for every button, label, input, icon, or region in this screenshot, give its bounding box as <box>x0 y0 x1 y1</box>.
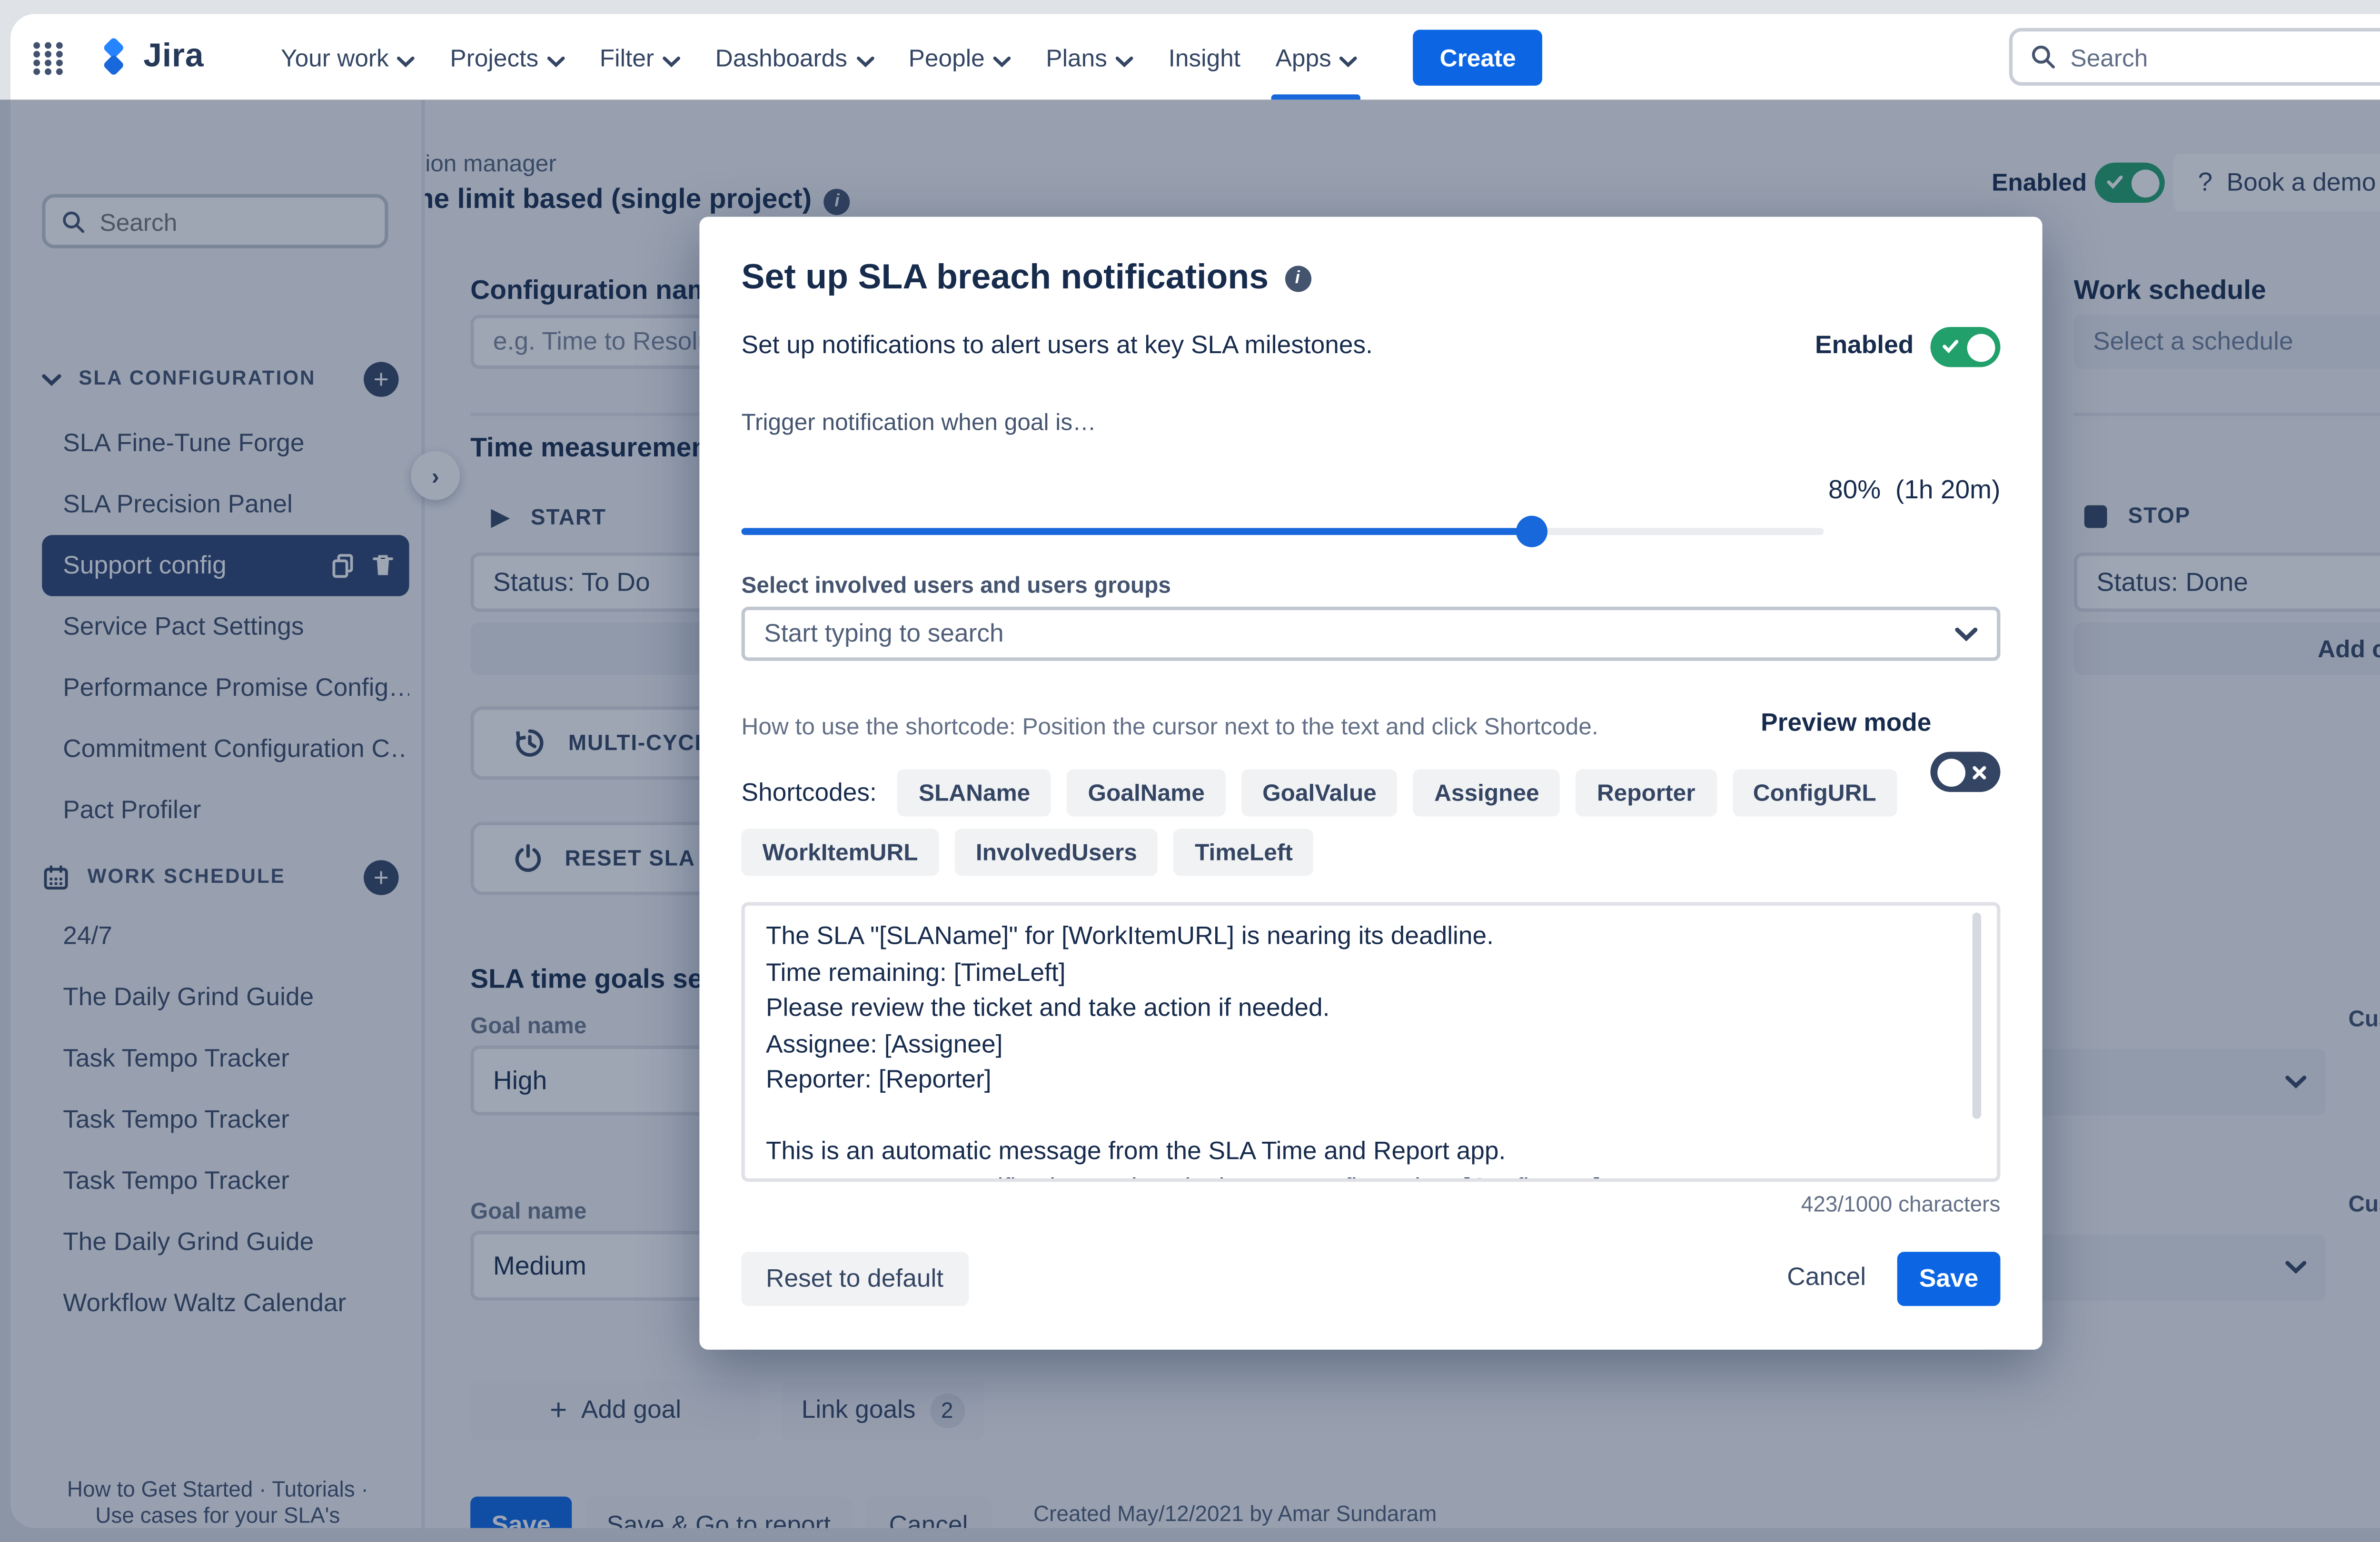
notification-message-textarea[interactable]: The SLA "[SLAName]" for [WorkItemURL] is… <box>741 902 2001 1182</box>
chevron-down-icon <box>547 45 565 73</box>
trigger-slider[interactable] <box>741 515 1824 547</box>
shortcode-chip[interactable]: SLAName <box>897 769 1051 817</box>
trigger-label: Trigger notification when goal is… <box>741 409 1096 435</box>
nav-filter[interactable]: Filter <box>582 14 698 99</box>
notifications-enabled-toggle[interactable] <box>1930 326 2001 367</box>
app-switcher-icon[interactable] <box>31 40 65 74</box>
nav-right-cluster: 9+ ? <box>2009 28 2380 86</box>
slider-handle[interactable] <box>1516 515 1547 547</box>
involved-users-select[interactable]: Start typing to search <box>741 606 2001 661</box>
modal-save-button[interactable]: Save <box>1897 1252 2001 1306</box>
slider-value: 80% (1h 20m) <box>1828 475 2001 505</box>
nav-plans[interactable]: Plans <box>1029 14 1151 99</box>
top-nav: Jira Your work Projects Filter Dashboard… <box>10 14 2380 100</box>
shortcode-chip[interactable]: ConfigURL <box>1732 769 1897 817</box>
shortcode-help-text: How to use the shortcode: Position the c… <box>741 713 1598 740</box>
chevron-down-icon <box>856 45 874 73</box>
sla-breach-notifications-modal: Set up SLA breach notifications i Set up… <box>699 217 2043 1350</box>
char-count: 423/1000 characters <box>1801 1192 2001 1217</box>
jira-logo-icon[interactable] <box>93 36 135 78</box>
nav-apps[interactable]: Apps <box>1258 14 1375 100</box>
modal-title: Set up SLA breach notifications i <box>742 259 1311 299</box>
shortcode-chip[interactable]: TimeLeft <box>1174 829 1314 876</box>
textarea-scrollbar[interactable] <box>1972 912 1982 1119</box>
reset-default-button[interactable]: Reset to default <box>741 1252 968 1306</box>
chevron-down-icon <box>1340 45 1358 73</box>
create-button[interactable]: Create <box>1413 29 1542 85</box>
chevron-down-icon <box>1955 626 1978 641</box>
jira-logo-text[interactable]: Jira <box>143 38 204 76</box>
nav-people[interactable]: People <box>891 14 1029 99</box>
preview-mode-label: Preview mode <box>1761 710 1932 738</box>
shortcode-chip[interactable]: GoalName <box>1067 769 1226 817</box>
chevron-down-icon <box>993 45 1011 73</box>
modal-description: Set up notifications to alert users at k… <box>741 332 1373 360</box>
shortcode-chip[interactable]: InvolvedUsers <box>954 829 1158 876</box>
slider-fill <box>741 528 1532 535</box>
active-tab-underline <box>1272 94 1361 100</box>
shortcodes-label: Shortcodes: <box>741 779 877 807</box>
shortcode-chip[interactable]: Assignee <box>1413 769 1560 817</box>
modal-cancel-button[interactable]: Cancel <box>1787 1264 1866 1292</box>
search-icon <box>2030 44 2056 70</box>
shortcode-chip[interactable]: Reporter <box>1576 769 1716 817</box>
search-input[interactable] <box>2070 42 2380 71</box>
nav-menu: Your work Projects Filter Dashboards Peo… <box>263 14 1375 100</box>
app-stage: Jira Your work Projects Filter Dashboard… <box>0 0 2380 1542</box>
nav-insight[interactable]: Insight <box>1151 14 1258 99</box>
nav-projects[interactable]: Projects <box>433 14 582 99</box>
chevron-down-icon <box>1116 45 1134 73</box>
shortcodes-row: Shortcodes: SLAName GoalName GoalValue A… <box>741 769 2004 876</box>
info-icon[interactable]: i <box>1284 266 1311 292</box>
nav-your-work[interactable]: Your work <box>263 14 432 99</box>
global-search[interactable] <box>2009 28 2380 86</box>
involved-users-label: Select involved users and users groups <box>741 572 1171 598</box>
chevron-down-icon <box>397 45 415 73</box>
chevron-down-icon <box>663 45 681 73</box>
notifications-enabled-label: Enabled <box>1815 332 1914 360</box>
shortcode-chip[interactable]: WorkItemURL <box>741 829 939 876</box>
nav-dashboards[interactable]: Dashboards <box>698 14 891 99</box>
shortcode-chip[interactable]: GoalValue <box>1241 769 1398 817</box>
